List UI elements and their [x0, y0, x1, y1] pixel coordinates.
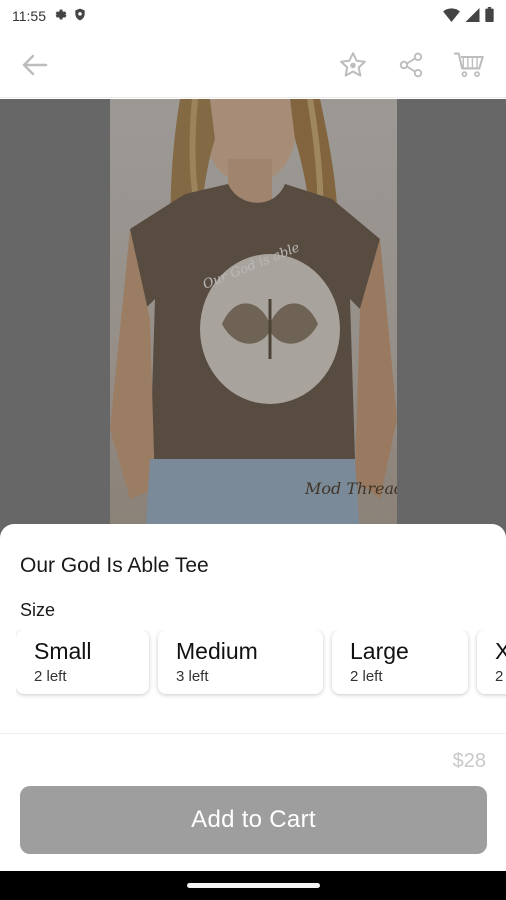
size-option-small[interactable]: Small 2 left [16, 630, 149, 694]
wifi-icon [443, 7, 460, 25]
system-nav-bar [0, 871, 506, 900]
gear-icon [52, 7, 67, 25]
star-icon[interactable] [331, 43, 375, 87]
size-stock: 2 [495, 668, 504, 685]
size-stock: 3 left [176, 668, 209, 685]
image-scrim [0, 99, 506, 539]
home-gesture-handle[interactable] [187, 883, 320, 888]
product-bottom-sheet: Our God Is Able Tee Size Small 2 left Me… [0, 524, 506, 871]
divider [0, 733, 506, 734]
size-name: Large [350, 638, 409, 664]
size-stock: 2 left [350, 668, 383, 685]
size-selector: Small 2 left Medium 3 left Large 2 left … [16, 630, 506, 704]
cart-icon[interactable] [447, 43, 491, 87]
share-icon[interactable] [389, 43, 433, 87]
product-price: $28 [452, 750, 486, 772]
size-option-xl[interactable]: X 2 [477, 630, 506, 694]
size-name: Small [34, 638, 92, 664]
size-label: Size [20, 600, 56, 620]
top-toolbar [0, 32, 506, 98]
signal-icon [465, 7, 480, 25]
size-option-medium[interactable]: Medium 3 left [158, 630, 323, 694]
product-title: Our God Is Able Tee [20, 554, 209, 577]
size-name: X [495, 638, 506, 664]
size-name: Medium [176, 638, 258, 664]
size-stock: 2 left [34, 668, 67, 685]
product-image-area[interactable]: Mod Threads Our God is able [0, 99, 506, 539]
shield-icon [73, 7, 87, 25]
status-time: 11:55 [12, 8, 46, 24]
status-bar: 11:55 [0, 0, 506, 32]
back-arrow-icon[interactable] [12, 43, 56, 87]
add-to-cart-button[interactable]: Add to Cart [20, 786, 487, 854]
battery-icon [485, 7, 494, 25]
size-option-large[interactable]: Large 2 left [332, 630, 468, 694]
